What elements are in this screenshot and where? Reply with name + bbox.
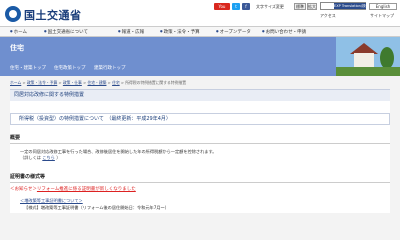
overview-heading: 概要 <box>10 134 390 144</box>
hero-link-building[interactable]: 住宅・建築トップ <box>10 65 46 71</box>
text-size-standard-button[interactable]: 標準 <box>294 3 306 10</box>
youtube-icon[interactable]: You <box>214 3 230 10</box>
breadcrumb: ホーム > 政策・法令・予算 > 政策・仕事 > 住宅・建築 > 住宅 > 所得… <box>10 80 187 85</box>
hero-link-admin[interactable]: 建築行政トップ <box>94 65 126 71</box>
tree-shape <box>380 47 394 69</box>
ground-shape <box>336 67 400 76</box>
sitemap-link[interactable]: サイトマップ <box>370 13 394 19</box>
english-button[interactable]: English <box>369 3 397 10</box>
form-item: 【様式】増改築等工事証明書（リフォーム後の居住開始日：令和元年7月～） <box>24 205 169 210</box>
gnav-press[interactable]: 報道・広報 <box>118 29 145 35</box>
breadcrumb-current: 所得税の特例措置に関する特例措置 <box>125 80 187 85</box>
details-link[interactable]: こちら <box>42 155 55 160</box>
page-title: 同居対応改修に関する特例措置 <box>10 89 390 101</box>
twitter-icon[interactable]: t <box>232 3 240 10</box>
text-size-large-button[interactable]: 拡大 <box>307 3 317 10</box>
gnav-contact[interactable]: お問い合わせ・申請 <box>262 29 307 35</box>
breadcrumb-item[interactable]: 住宅 <box>112 80 120 85</box>
access-link[interactable]: アクセス <box>320 13 336 19</box>
hero-link-housing[interactable]: 住宅政策トップ <box>54 65 86 71</box>
facebook-icon[interactable]: f <box>242 3 250 10</box>
breadcrumb-item[interactable]: 住宅・建築 <box>87 80 106 85</box>
breadcrumb-item[interactable]: ホーム <box>10 80 21 85</box>
section-box-title: 所得税（投資型）の特例措置について （最終更新：平成29年4月） <box>10 113 390 125</box>
overview-detail-suffix: ） <box>56 155 61 160</box>
gnav-policy[interactable]: 政策・法令・予算 <box>160 29 200 35</box>
gnav-opendata[interactable]: オープンデータ <box>216 29 251 35</box>
house-illustration <box>336 37 400 76</box>
overview-detail: （詳しくは こちら ） <box>20 155 60 161</box>
site-logo[interactable]: 国土交通省 <box>24 7 82 23</box>
notice-link[interactable]: リフォーム推進に係る証明書が新しくなりました <box>37 187 136 192</box>
main-content: 同居対応改修に関する特例措置 所得税（投資型）の特例措置について （最終更新：平… <box>10 89 390 213</box>
hero-banner: 住宅 住宅・建築トップ 住宅政策トップ 建築行政トップ <box>0 37 400 76</box>
hero-title: 住宅 <box>10 44 24 52</box>
overview-detail-prefix: （詳しくは <box>20 155 41 160</box>
text-size-label: 文字サイズ変更 <box>256 4 284 9</box>
breadcrumb-item[interactable]: 政策・法令・予算 <box>27 80 57 85</box>
breadcrumb-item[interactable]: 政策・仕事 <box>63 80 82 85</box>
forms-heading: 証明書の様式等 <box>10 173 390 183</box>
site-header: 国土交通省 You t f 文字サイズ変更 標準 拡大 EXP Translat… <box>0 0 400 26</box>
notice: ＜お知らせ＞リフォーム推進に係る証明書が新しくなりました <box>10 186 136 192</box>
certificate-section-link[interactable]: ＜増改築等工事証明書について＞ <box>20 198 83 204</box>
gnav-about[interactable]: 国土交通省について <box>44 29 88 35</box>
ministry-emblem-icon[interactable] <box>5 6 21 22</box>
search-button[interactable]: EXP Translation/検索 <box>334 3 369 9</box>
gnav-home[interactable]: ホーム <box>10 29 27 35</box>
notice-prefix: ＜お知らせ＞ <box>10 187 37 192</box>
global-nav: ホーム 国土交通省について 報道・広報 政策・法令・予算 オープンデータ お問い… <box>0 26 400 37</box>
house-shape <box>354 53 374 67</box>
